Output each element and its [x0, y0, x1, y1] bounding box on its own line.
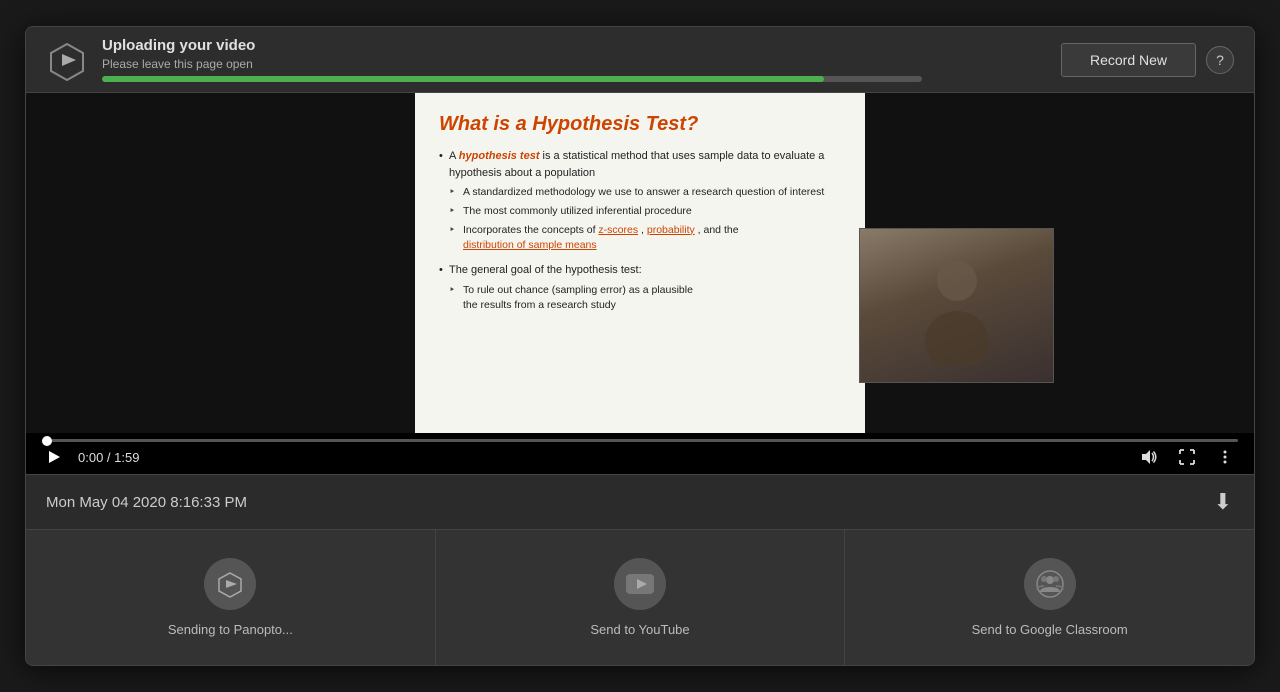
webcam-person [860, 229, 1053, 382]
volume-icon [1140, 448, 1158, 466]
slide-sub-bullet-1: A standardized methodology we use to ans… [449, 185, 841, 201]
youtube-label: Send to YouTube [590, 622, 689, 637]
slide-sub-bullets-1: A standardized methodology we use to ans… [449, 185, 841, 254]
info-bar: Mon May 04 2020 8:16:33 PM ⬇ [26, 474, 1254, 529]
slide-content: What is a Hypothesis Test? A hypothesis … [415, 93, 865, 433]
share-options: Sending to Panopto... Send to YouTube [26, 529, 1254, 665]
panopto-logo-icon [46, 39, 88, 81]
video-player: What is a Hypothesis Test? A hypothesis … [26, 93, 1254, 433]
header: Uploading your video Please leave this p… [26, 27, 1254, 93]
slide-hypothesis-test-italic: hypothesis test [459, 150, 540, 162]
video-controls: 0:00 / 1:59 [26, 433, 1254, 474]
seek-dot [42, 436, 52, 446]
panopto-share-icon [216, 570, 244, 598]
youtube-icon [614, 558, 666, 610]
progress-bar-container [102, 76, 922, 82]
help-icon: ? [1216, 52, 1224, 68]
play-icon [46, 449, 62, 465]
slide-probability-link: probability [647, 224, 695, 236]
video-date: Mon May 04 2020 8:16:33 PM [46, 494, 247, 511]
slide-sub-bullets-2: To rule out chance (sampling error) as a… [449, 283, 841, 315]
volume-button[interactable] [1136, 446, 1162, 468]
fullscreen-button[interactable] [1174, 446, 1200, 468]
panopto-label: Sending to Panopto... [168, 622, 293, 637]
play-button[interactable] [42, 447, 66, 467]
youtube-share-icon [625, 573, 655, 595]
person-silhouette [917, 246, 997, 366]
app-window: Uploading your video Please leave this p… [25, 26, 1255, 666]
webcam-overlay [859, 228, 1054, 383]
header-left: Uploading your video Please leave this p… [46, 37, 1061, 82]
upload-subtitle: Please leave this page open [102, 57, 1061, 71]
share-youtube[interactable]: Send to YouTube [436, 530, 846, 665]
seek-bar-row[interactable] [42, 439, 1238, 442]
slide-bullet-2: The general goal of the hypothesis test:… [439, 262, 841, 314]
slide-sub-bullet-4: To rule out chance (sampling error) as a… [449, 283, 841, 315]
more-options-icon [1216, 448, 1234, 466]
slide-bullet-1: A hypothesis test is a statistical metho… [439, 148, 841, 254]
slide-sub-bullet-2: The most commonly utilized inferential p… [449, 204, 841, 220]
seek-bar[interactable] [42, 439, 1238, 442]
share-panopto[interactable]: Sending to Panopto... [26, 530, 436, 665]
download-button[interactable]: ⬇ [1212, 487, 1234, 517]
slide-zscores-link: z-scores [598, 224, 638, 236]
slide-distribution-link: distribution of sample means [463, 239, 597, 251]
progress-bar-fill [102, 76, 824, 82]
classroom-label: Send to Google Classroom [972, 622, 1128, 637]
panopto-icon [204, 558, 256, 610]
time-display: 0:00 / 1:59 [78, 450, 139, 465]
slide-sub-bullet-3: Incorporates the concepts of z-scores , … [449, 223, 841, 255]
download-icon: ⬇ [1214, 489, 1232, 514]
controls-buttons-row: 0:00 / 1:59 [42, 446, 1238, 468]
classroom-share-icon [1035, 569, 1065, 599]
slide-title: What is a Hypothesis Test? [439, 113, 841, 136]
share-google-classroom[interactable]: Send to Google Classroom [845, 530, 1254, 665]
header-right: Record New ? [1061, 43, 1234, 77]
upload-title: Uploading your video [102, 37, 1061, 54]
slide-bullets: A hypothesis test is a statistical metho… [439, 148, 841, 314]
record-new-button[interactable]: Record New [1061, 43, 1196, 77]
slide-bullet1-prefix: A [449, 150, 459, 162]
header-text: Uploading your video Please leave this p… [102, 37, 1061, 82]
more-options-button[interactable] [1212, 446, 1238, 468]
help-button[interactable]: ? [1206, 46, 1234, 74]
fullscreen-icon [1178, 448, 1196, 466]
classroom-icon [1024, 558, 1076, 610]
